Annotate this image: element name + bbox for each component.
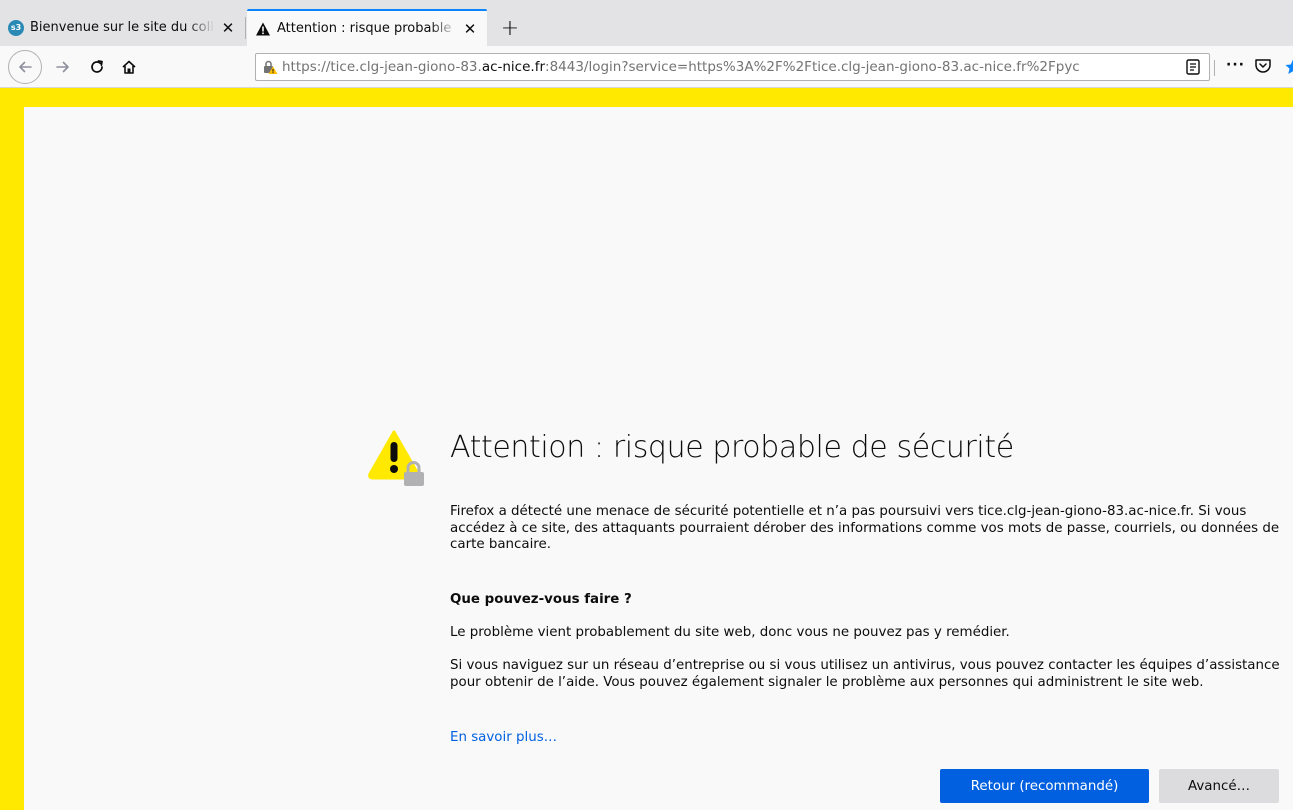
go-back-recommended-button[interactable]: Retour (recommandé) — [940, 769, 1149, 803]
back-button[interactable] — [8, 50, 42, 84]
network-paragraph: Si vous naviguez sur un réseau d’entrepr… — [450, 658, 1280, 690]
star-icon — [1285, 59, 1293, 74]
what-can-you-do-heading: Que pouvez-vous faire ? — [450, 592, 632, 607]
insecure-lock-icon — [264, 60, 278, 74]
url-scheme-prefix: https://tice.clg-jean-giono-83. — [282, 59, 482, 75]
tab-separator — [245, 17, 246, 39]
forward-button[interactable] — [48, 52, 78, 82]
reader-view-button[interactable] — [1183, 57, 1203, 77]
close-tab-icon[interactable]: ✕ — [461, 20, 479, 38]
url-rest: :8443/login?service=https%3A%2F%2Ftice.c… — [545, 59, 1080, 75]
tab-title: Attention : risque probable de sécurité — [277, 21, 457, 36]
warning-frame-left — [0, 88, 24, 810]
reload-button[interactable] — [82, 52, 112, 82]
home-button[interactable] — [114, 52, 144, 82]
url-host: ac-nice.fr — [481, 59, 546, 75]
navigation-toolbar: https://tice.clg-jean-giono-83. ac-nice.f… — [0, 46, 1293, 88]
back-arrow-icon — [19, 61, 32, 73]
page-title: Attention : risque probable de sécurité — [450, 430, 1014, 465]
page-content: Attention : risque probable de sécurité … — [0, 88, 1293, 810]
s3-favicon-icon: s3 — [8, 19, 24, 36]
tab-title: Bienvenue sur le site du collège — [30, 20, 215, 35]
page-actions-button[interactable]: ··· — [1226, 57, 1245, 73]
reader-view-icon — [1186, 59, 1200, 75]
new-tab-button[interactable]: + — [496, 14, 524, 42]
warning-frame-top — [0, 88, 1293, 107]
url-bar[interactable]: https://tice.clg-jean-giono-83. ac-nice.f… — [255, 53, 1210, 81]
pocket-button[interactable] — [1254, 57, 1274, 77]
home-icon — [122, 60, 136, 74]
bookmark-star-button[interactable] — [1284, 58, 1293, 76]
tab-attention[interactable]: Attention : risque probable de sécurité … — [247, 9, 487, 46]
reload-icon — [91, 60, 103, 73]
learn-more-link[interactable]: En savoir plus… — [450, 730, 557, 745]
toolbar-separator — [1214, 60, 1215, 76]
close-tab-icon[interactable]: ✕ — [219, 19, 237, 37]
warning-favicon-icon — [255, 21, 271, 37]
security-warning-icon — [368, 430, 424, 486]
pocket-icon — [1255, 59, 1271, 73]
intro-paragraph: Firefox a détecté une menace de sécurité… — [450, 504, 1280, 552]
advanced-button[interactable]: Avancé… — [1159, 769, 1279, 803]
tab-strip: s3 Bienvenue sur le site du collège ✕ At… — [0, 0, 1293, 46]
forward-arrow-icon — [56, 61, 69, 73]
tab-bienvenue[interactable]: s3 Bienvenue sur le site du collège ✕ — [0, 9, 245, 46]
problem-paragraph: Le problème vient probablement du site w… — [450, 625, 1010, 640]
